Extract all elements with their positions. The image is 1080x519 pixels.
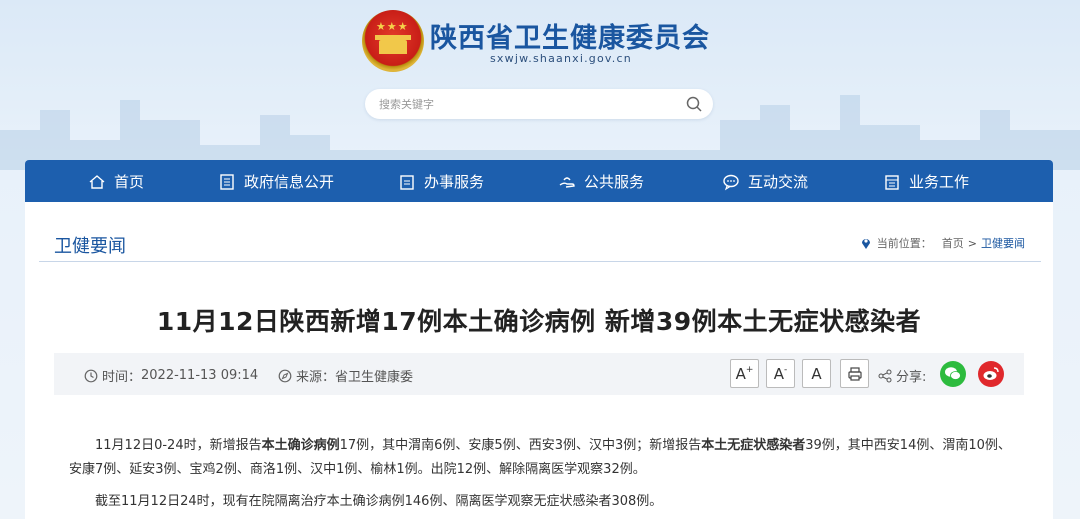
share-text: 分享:	[896, 370, 927, 385]
briefcase-icon	[885, 174, 899, 190]
nav-item-home[interactable]: 首页	[88, 171, 144, 192]
document-list-icon	[220, 173, 234, 190]
site-header: ★★★ 陕西省卫生健康委员会 sxwjw.shaanxi.gov.cn	[0, 0, 1080, 160]
breadcrumb-current[interactable]: 卫健要闻	[981, 235, 1025, 251]
nav-label: 互动交流	[748, 173, 809, 191]
nav-item-business[interactable]: 业务工作	[883, 171, 969, 192]
text-run: 17例，其中渭南6例、安康5例、西安3例、汉中3例；新增报告	[339, 438, 702, 453]
article-title: 11月12日陕西新增17例本土确诊病例 新增39例本土无症状感染者	[156, 307, 922, 336]
print-icon	[847, 366, 862, 381]
site-logo[interactable]: ★★★ 陕西省卫生健康委员会	[362, 6, 710, 76]
article-meta-bar: 时间： 2022-11-13 09:14 来源： 省卫生健康委 A + A- A …	[54, 353, 1024, 395]
nav-item-interaction[interactable]: 互动交流	[722, 171, 808, 192]
clock-icon	[84, 369, 98, 382]
section-header: 卫健要闻 当前位置： 首页 > 卫健要闻	[39, 202, 1041, 262]
article-body: 11月12日0-24时，新增报告本土确诊病例17例，其中渭南6例、安康5例、西安…	[69, 434, 1019, 519]
location-pin-icon	[861, 239, 870, 249]
font-decrease-button[interactable]: A-	[766, 359, 795, 388]
national-emblem-icon: ★★★	[362, 10, 424, 72]
share-label: 分享:	[878, 366, 926, 385]
nav-label: 业务工作	[909, 173, 970, 191]
highlight-term: 本土无症状感染者	[701, 438, 806, 453]
hand-service-icon	[559, 176, 575, 188]
home-icon	[89, 174, 105, 189]
article-paragraph: 11月12日0-24时，新增报告本土确诊病例17例，其中渭南6例、安康5例、西安…	[69, 434, 1019, 482]
clipboard-icon	[400, 174, 414, 190]
time-label: 时间：	[102, 370, 142, 385]
weibo-icon	[983, 367, 999, 380]
weibo-share-button[interactable]	[978, 361, 1004, 387]
wechat-share-button[interactable]	[940, 361, 966, 387]
wechat-icon	[945, 367, 961, 380]
site-url: sxwjw.shaanxi.gov.cn	[490, 52, 632, 65]
text-run: 11月12日0-24时，新增报告	[95, 438, 262, 453]
article-paragraph: 截至11月12日24时，现有在院隔离治疗本土确诊病例146例、隔离医学观察无症状…	[95, 494, 663, 509]
breadcrumb-separator: >	[967, 236, 977, 250]
search-box	[365, 89, 713, 119]
section-title: 卫健要闻	[54, 236, 126, 257]
nav-item-services[interactable]: 办事服务	[398, 171, 484, 192]
nav-item-public-service[interactable]: 公共服务	[558, 171, 644, 192]
breadcrumb: 当前位置： 首页 > 卫健要闻	[860, 235, 1025, 251]
chat-icon	[723, 174, 739, 190]
compass-icon	[278, 369, 292, 382]
time-value: 2022-11-13 09:14	[141, 368, 259, 383]
nav-label: 公共服务	[584, 173, 645, 191]
breadcrumb-label: 当前位置：	[876, 237, 932, 250]
publish-time: 时间： 2022-11-13 09:14	[84, 366, 258, 385]
source-value: 省卫生健康委	[335, 370, 414, 385]
breadcrumb-home[interactable]: 首页	[942, 235, 964, 251]
highlight-term: 本土确诊病例	[261, 438, 340, 453]
font-reset-button[interactable]: A	[802, 359, 831, 388]
search-icon[interactable]	[685, 95, 703, 113]
font-increase-button[interactable]: A +	[730, 359, 759, 388]
site-title: 陕西省卫生健康委员会	[430, 22, 710, 54]
search-input[interactable]	[379, 96, 669, 112]
nav-item-gov-info[interactable]: 政府信息公开	[218, 171, 334, 192]
print-button[interactable]	[840, 359, 869, 388]
nav-label: 政府信息公开	[244, 173, 335, 191]
content-panel: 卫健要闻 当前位置： 首页 > 卫健要闻 11月12日陕西新增17例本土确诊病例…	[25, 202, 1053, 519]
nav-label: 办事服务	[424, 173, 485, 191]
article-source: 来源： 省卫生健康委	[278, 366, 413, 385]
share-icon	[878, 369, 892, 382]
main-nav: 首页 政府信息公开 办事服务 公共服务 互动交流 业务工作	[25, 160, 1053, 202]
source-label: 来源：	[296, 370, 336, 385]
nav-label: 首页	[114, 173, 145, 191]
